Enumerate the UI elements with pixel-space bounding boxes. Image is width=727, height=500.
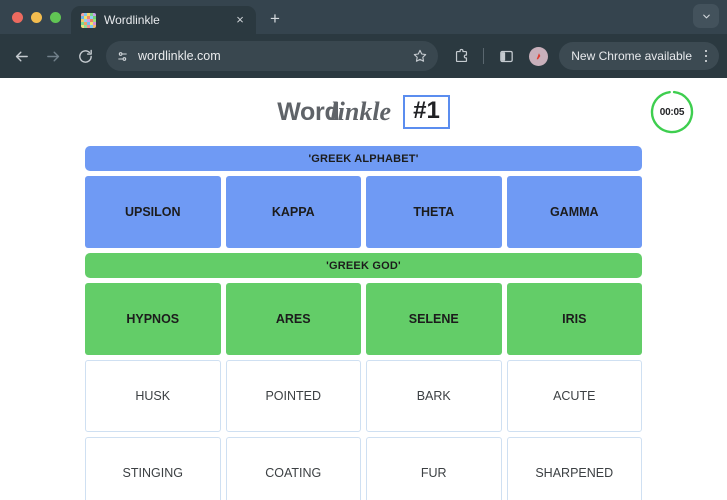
close-window-button[interactable] — [12, 12, 23, 23]
word-tile[interactable]: POINTED — [225, 360, 361, 432]
three-dot-menu-icon[interactable] — [698, 49, 714, 63]
extensions-button[interactable] — [446, 41, 476, 71]
chevron-down-icon — [702, 14, 710, 18]
update-label: New Chrome available — [571, 49, 692, 63]
puzzle-number-badge: #1 — [403, 95, 450, 129]
maximize-window-button[interactable] — [50, 12, 61, 23]
star-icon[interactable] — [412, 48, 428, 64]
page-viewport: Word linkle #1 00:05 'GREEK ALPHABET' UP… — [0, 78, 727, 500]
reload-icon — [78, 49, 92, 63]
tune-icon[interactable] — [115, 49, 130, 64]
brand-linkle-part: linkle — [330, 97, 392, 126]
forward-arrow-icon — [46, 51, 59, 61]
timer-value: 00:05 — [659, 106, 685, 118]
avatar-glyph-icon — [536, 52, 541, 59]
forward-button[interactable] — [38, 41, 68, 71]
word-tile[interactable]: STINGING — [85, 437, 221, 500]
category-banner-greek-alphabet: 'GREEK ALPHABET' — [85, 146, 642, 171]
update-available-button[interactable]: New Chrome available — [559, 42, 719, 70]
solved-row-greek-god: HYPNOS ARES SELENE IRIS — [85, 283, 642, 355]
close-tab-button[interactable]: × — [232, 12, 248, 28]
word-tile[interactable]: ACUTE — [506, 360, 642, 432]
new-tab-button[interactable]: + — [262, 6, 288, 32]
side-panel-button[interactable] — [491, 41, 521, 71]
back-arrow-icon — [15, 51, 28, 61]
countdown-timer: 00:05 — [649, 89, 695, 135]
address-bar[interactable]: wordlinkle.com — [106, 41, 439, 71]
minimize-window-button[interactable] — [31, 12, 42, 23]
profile-button[interactable] — [523, 41, 553, 71]
word-tile[interactable]: THETA — [366, 176, 502, 248]
word-tile[interactable]: SELENE — [366, 283, 502, 355]
app-header: Word linkle #1 00:05 — [85, 78, 694, 146]
tab-strip: Wordlinkle × + — [0, 0, 727, 34]
browser-tab[interactable]: Wordlinkle × — [71, 6, 256, 34]
word-tile[interactable]: FUR — [366, 437, 502, 500]
word-tile[interactable]: BARK — [366, 360, 502, 432]
word-tile[interactable]: GAMMA — [506, 176, 642, 248]
word-tile[interactable]: KAPPA — [225, 176, 361, 248]
game-board: 'GREEK ALPHABET' UPSILON KAPPA THETA GAM… — [85, 146, 642, 500]
word-tile[interactable]: HYPNOS — [85, 283, 221, 355]
wordlinkle-app: Word linkle #1 00:05 'GREEK ALPHABET' UP… — [0, 78, 727, 500]
browser-toolbar: wordlinkle.com New Chrome available — [0, 34, 727, 78]
url-text: wordlinkle.com — [138, 49, 221, 63]
browser-window: Wordlinkle × + wordlinkle.com New Chrome… — [0, 0, 727, 500]
puzzle-piece-icon — [455, 48, 467, 62]
tab-title: Wordlinkle — [104, 13, 160, 27]
word-tile[interactable]: COATING — [225, 437, 361, 500]
window-controls — [0, 12, 71, 34]
word-tile[interactable]: HUSK — [85, 360, 221, 432]
side-panel-icon — [499, 50, 513, 62]
toolbar-divider — [483, 48, 485, 64]
category-banner-greek-god: 'GREEK GOD' — [85, 253, 642, 278]
word-tile[interactable]: SHARPENED — [506, 437, 642, 500]
tab-search-button[interactable] — [693, 4, 719, 28]
word-tile[interactable]: ARES — [225, 283, 361, 355]
brand-logo: Word linkle #1 — [277, 95, 450, 129]
solved-row-greek-alphabet: UPSILON KAPPA THETA GAMMA — [85, 176, 642, 248]
reload-button[interactable] — [70, 41, 100, 71]
unsolved-row-1: HUSK POINTED BARK ACUTE — [85, 360, 642, 432]
unsolved-row-2: STINGING COATING FUR SHARPENED — [85, 437, 642, 500]
profile-avatar-icon — [528, 46, 548, 66]
word-tile[interactable]: UPSILON — [85, 176, 221, 248]
back-button[interactable] — [6, 41, 36, 71]
wordlinkle-grid-favicon — [81, 12, 96, 28]
word-tile[interactable]: IRIS — [506, 283, 642, 355]
